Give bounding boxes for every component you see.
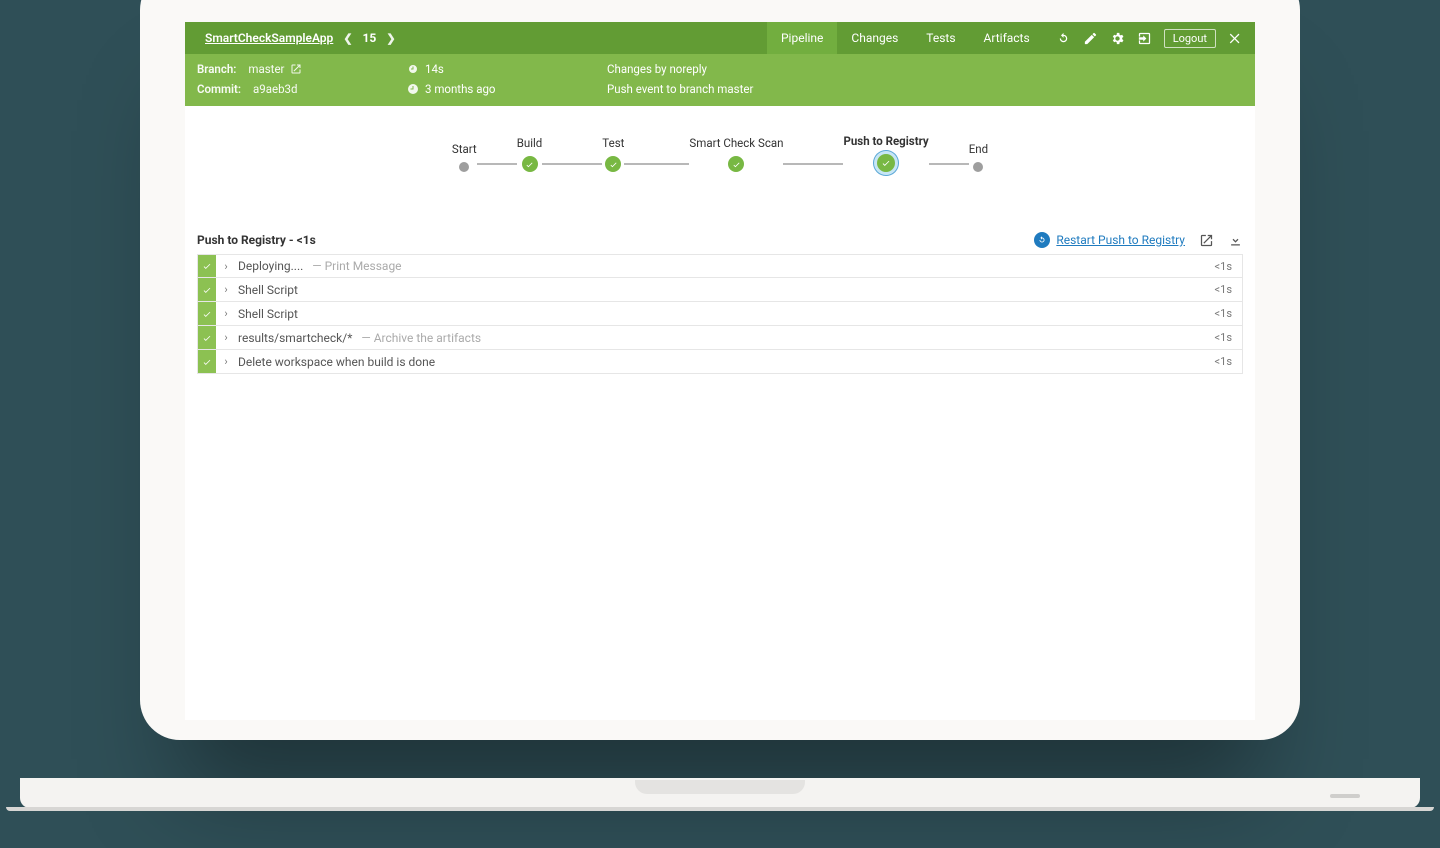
- step-duration: <1s: [1215, 260, 1242, 273]
- chevron-right-icon[interactable]: ›: [216, 283, 236, 296]
- chevron-right-icon[interactable]: ›: [216, 331, 236, 344]
- step-row[interactable]: ›Delete workspace when build is done<1s: [197, 350, 1243, 374]
- close-icon[interactable]: [1228, 31, 1243, 46]
- step-status-success-icon: [198, 326, 216, 349]
- pipeline-edge: [624, 163, 689, 165]
- logout-button[interactable]: Logout: [1164, 29, 1216, 48]
- laptop-edge: [6, 807, 1434, 811]
- stage-detail-header: Push to Registry - <1s Restart Push to R…: [185, 232, 1255, 254]
- pipeline-stage[interactable]: Start: [452, 142, 477, 172]
- next-build-chevron-icon[interactable]: ❯: [384, 32, 397, 45]
- pipeline-edge: [783, 163, 843, 165]
- step-list: ›Deploying.... — Print Message<1s›Shell …: [185, 254, 1255, 374]
- pipeline-edge: [542, 163, 602, 165]
- branch-label: Branch:: [197, 62, 236, 76]
- step-row[interactable]: ›Shell Script<1s: [197, 302, 1243, 326]
- changes-by: Changes by noreply: [607, 62, 707, 76]
- step-status-success-icon: [198, 278, 216, 301]
- success-node-icon[interactable]: [605, 156, 621, 172]
- step-row[interactable]: ›Deploying.... — Print Message<1s: [197, 254, 1243, 278]
- pipeline-graph: Start Build Test Smart Check Scan Push to Re…: [185, 106, 1255, 232]
- step-status-success-icon: [198, 255, 216, 277]
- restart-icon: [1034, 232, 1050, 248]
- event-description: Push event to branch master: [607, 82, 753, 96]
- header-tabs: PipelineChangesTestsArtifacts: [767, 22, 1044, 54]
- gear-icon[interactable]: [1110, 31, 1125, 46]
- tab-tests[interactable]: Tests: [912, 22, 969, 54]
- tab-changes[interactable]: Changes: [837, 22, 912, 54]
- terminal-node-icon[interactable]: [973, 162, 983, 172]
- header-tools: Logout: [1044, 29, 1255, 48]
- stage-name: Push to Registry: [843, 134, 928, 148]
- app-screen: SmartCheckSampleApp ❮ 15 ❯ PipelineChang…: [185, 22, 1255, 720]
- build-number: 15: [363, 31, 377, 45]
- download-icon[interactable]: [1228, 233, 1243, 248]
- tab-pipeline[interactable]: Pipeline: [767, 22, 837, 54]
- header-bar: SmartCheckSampleApp ❮ 15 ❯ PipelineChang…: [185, 22, 1255, 54]
- success-node-icon[interactable]: [728, 156, 744, 172]
- stage-name: Start: [452, 142, 477, 156]
- pipeline-edge: [477, 163, 517, 165]
- stopwatch-icon: [407, 63, 419, 75]
- step-duration: <1s: [1215, 331, 1242, 344]
- pipeline-edge: [929, 163, 969, 165]
- stage-name: Test: [602, 136, 624, 150]
- restart-stage-button[interactable]: Restart Push to Registry: [1034, 232, 1185, 248]
- project-name-link[interactable]: SmartCheckSampleApp: [205, 31, 333, 45]
- success-node-icon[interactable]: [522, 156, 538, 172]
- stage-duration: <1s: [297, 233, 316, 247]
- open-external-icon[interactable]: [1199, 233, 1214, 248]
- edit-icon[interactable]: [1083, 31, 1098, 46]
- success-node-icon[interactable]: [877, 154, 895, 172]
- stage-name: End: [969, 142, 988, 156]
- prev-build-chevron-icon[interactable]: ❮: [341, 32, 354, 45]
- age-value: 3 months ago: [425, 82, 495, 96]
- pipeline-stage[interactable]: Push to Registry: [843, 134, 928, 172]
- stage-title: Push to Registry: [197, 233, 286, 247]
- step-status-success-icon: [198, 302, 216, 325]
- pipeline-stage[interactable]: End: [969, 142, 988, 172]
- laptop-led: [1330, 794, 1360, 798]
- step-duration: <1s: [1215, 283, 1242, 296]
- branch-value[interactable]: master: [242, 62, 284, 76]
- exit-icon[interactable]: [1137, 31, 1152, 46]
- chevron-right-icon[interactable]: ›: [216, 307, 236, 320]
- clock-icon: [407, 83, 419, 95]
- restart-stage-label: Restart Push to Registry: [1056, 233, 1185, 247]
- step-label: Deploying.... — Print Message: [236, 259, 1215, 273]
- laptop-frame: SmartCheckSampleApp ❮ 15 ❯ PipelineChang…: [140, 0, 1300, 740]
- run-summary-bar: Branch: master 14s Changes by noreply Co…: [185, 54, 1255, 106]
- chevron-right-icon[interactable]: ›: [216, 355, 236, 368]
- laptop-notch: [635, 780, 805, 794]
- external-link-icon[interactable]: [290, 63, 302, 75]
- step-label: Shell Script: [236, 283, 1215, 297]
- stage-name: Smart Check Scan: [689, 136, 783, 150]
- pipeline-stage[interactable]: Test: [602, 136, 624, 172]
- tab-artifacts[interactable]: Artifacts: [970, 22, 1044, 54]
- breadcrumb: SmartCheckSampleApp ❮ 15 ❯: [185, 31, 398, 45]
- step-status-success-icon: [198, 350, 216, 373]
- step-duration: <1s: [1215, 355, 1242, 368]
- stage-name: Build: [517, 136, 543, 150]
- step-duration: <1s: [1215, 307, 1242, 320]
- commit-label: Commit:: [197, 82, 241, 96]
- step-label: Delete workspace when build is done: [236, 355, 1215, 369]
- step-row[interactable]: ›Shell Script<1s: [197, 278, 1243, 302]
- step-row[interactable]: ›results/smartcheck/* — Archive the arti…: [197, 326, 1243, 350]
- step-label: results/smartcheck/* — Archive the artif…: [236, 331, 1215, 345]
- duration-value: 14s: [425, 62, 444, 76]
- pipeline-stage[interactable]: Smart Check Scan: [689, 136, 783, 172]
- terminal-node-icon[interactable]: [459, 162, 469, 172]
- refresh-icon[interactable]: [1056, 31, 1071, 46]
- step-label: Shell Script: [236, 307, 1215, 321]
- chevron-right-icon[interactable]: ›: [216, 260, 236, 273]
- pipeline-stage[interactable]: Build: [517, 136, 543, 172]
- commit-value[interactable]: a9aeb3d: [247, 82, 297, 96]
